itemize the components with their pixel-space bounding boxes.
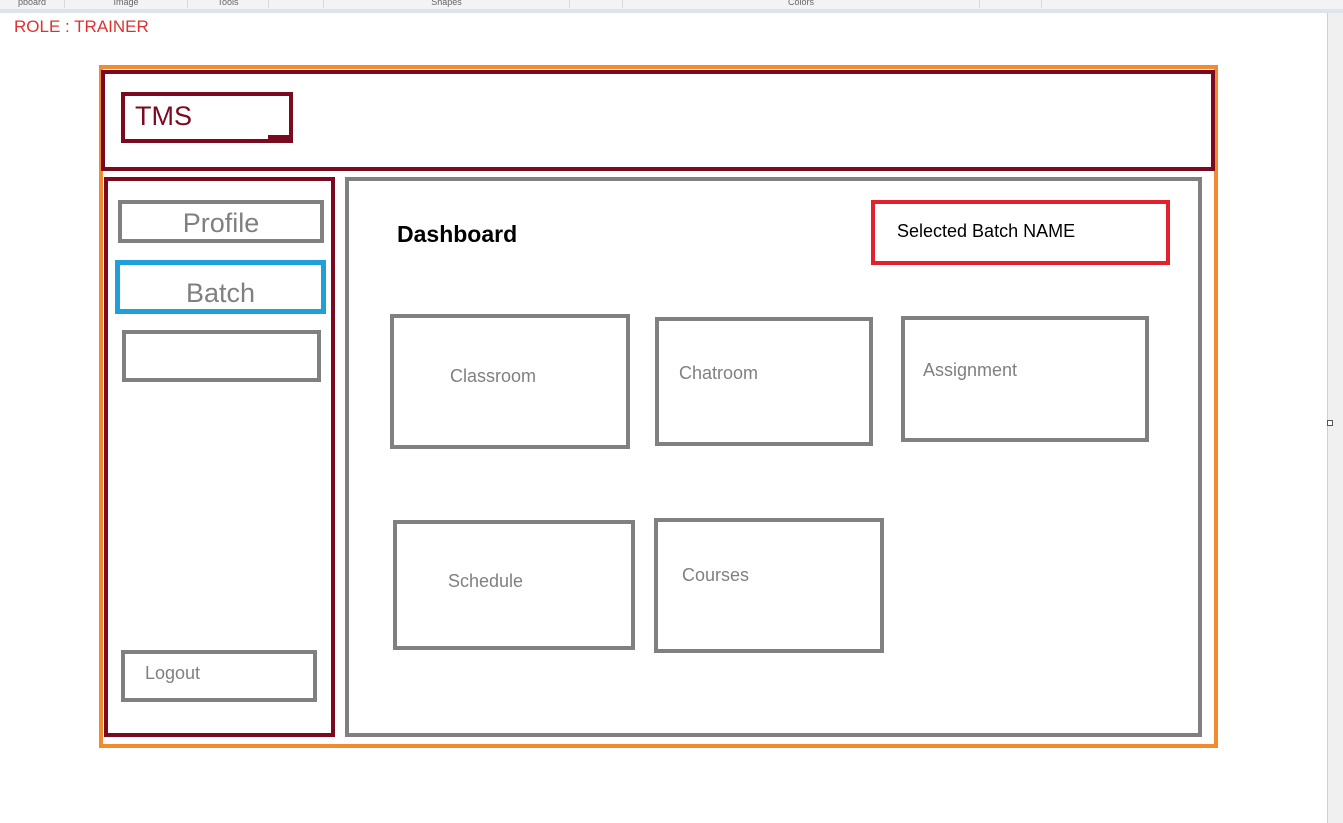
tile-classroom[interactable]: Classroom xyxy=(390,314,630,449)
tile-label: Assignment xyxy=(923,360,1018,380)
tile-assignment[interactable]: Assignment xyxy=(901,316,1149,442)
page-title: Dashboard xyxy=(397,221,518,247)
ribbon-group-colors[interactable]: Colors xyxy=(623,0,980,8)
role-label: ROLE : TRAINER xyxy=(14,17,149,36)
sidebar-item-empty[interactable] xyxy=(122,330,321,382)
sidebar-item-batch[interactable]: Batch xyxy=(115,260,326,314)
tile-schedule[interactable]: Schedule xyxy=(393,520,635,650)
ribbon-group-clipboard[interactable]: pboard xyxy=(0,0,65,8)
tile-chatroom[interactable]: Chatroom xyxy=(655,317,873,446)
tile-label: Chatroom xyxy=(679,363,759,383)
ribbon-group-shapes[interactable]: Shapes xyxy=(324,0,570,8)
sidebar-item-profile[interactable]: Profile xyxy=(118,200,324,243)
tile-label: Schedule xyxy=(448,571,524,591)
ribbon-group-blank[interactable] xyxy=(269,0,324,8)
logout-button[interactable]: Logout xyxy=(121,650,317,702)
logo-box-notch xyxy=(268,135,293,143)
tile-courses[interactable]: Courses xyxy=(654,518,884,653)
tile-label: Courses xyxy=(682,565,750,585)
selected-batch-name[interactable]: Selected Batch NAME xyxy=(871,200,1170,265)
canvas-resize-handle[interactable] xyxy=(1327,420,1333,426)
paint-ribbon: pboard Image Tools Shapes Colors xyxy=(0,0,1343,13)
ribbon-group-tools[interactable]: Tools xyxy=(188,0,269,8)
canvas-scroll-edge[interactable] xyxy=(1327,13,1343,823)
tile-label: Classroom xyxy=(450,366,537,386)
ribbon-group-image[interactable]: Image xyxy=(65,0,188,8)
ribbon-group-size[interactable] xyxy=(570,0,623,8)
ribbon-group-edit[interactable] xyxy=(980,0,1042,8)
ribbon-divider xyxy=(0,9,1343,13)
logo-text: TMS xyxy=(135,101,192,131)
